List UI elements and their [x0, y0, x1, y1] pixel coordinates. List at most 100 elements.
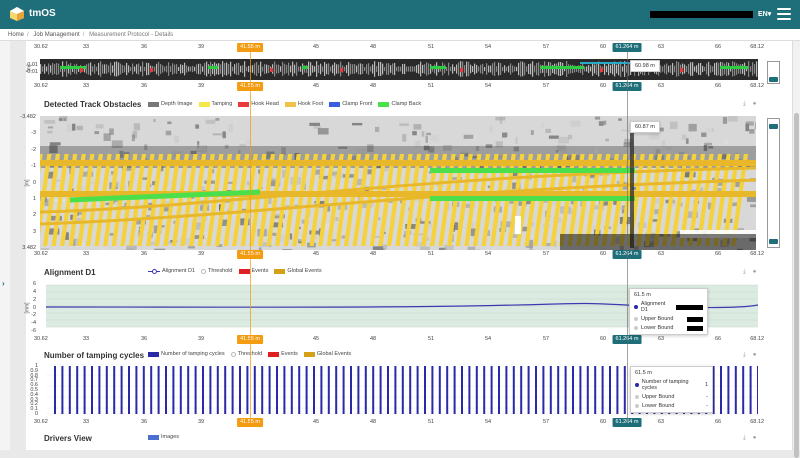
strip-ylabel-bottom: -0.01 — [20, 69, 38, 75]
legend-threshold[interactable]: Threshold — [201, 268, 232, 274]
y-tick-label: 6 — [18, 281, 36, 287]
y-tick-label: 3.482 — [18, 245, 36, 251]
legend-depth-image[interactable]: Depth Image — [148, 101, 193, 107]
axis-tick-label: 39 — [198, 419, 204, 425]
legend-hook-head[interactable]: Hook Head — [238, 101, 279, 107]
y-tick-label: 2 — [18, 212, 36, 218]
breadcrumb-job-management[interactable]: Job Management — [33, 32, 79, 38]
legend-label: Global Events — [287, 268, 321, 274]
scrollbar-thumb[interactable] — [794, 113, 799, 458]
obstacles-settings-icon[interactable]: ● — [751, 101, 758, 108]
tooltip-row-label: Lower Bound — [641, 325, 673, 331]
legend-clamp-front[interactable]: Clamp Front — [329, 101, 372, 107]
legend-label: Events — [281, 351, 298, 357]
tooltip-row-label: Number of tamping cycles — [642, 379, 702, 391]
legend-global-events[interactable]: Global Events — [274, 268, 321, 274]
alignment-download-icon[interactable]: ⤓ — [741, 269, 748, 276]
axis-tick-label: 36 — [141, 336, 147, 342]
drivers-view-legend: Images — [148, 434, 179, 440]
legend-images[interactable]: Images — [148, 434, 179, 440]
y-tick-label: 1 — [18, 196, 36, 202]
orange-cursor-line[interactable] — [250, 51, 251, 423]
legend-hook-foot[interactable]: Hook Foot — [285, 101, 323, 107]
alignment-settings-icon[interactable]: ● — [751, 269, 758, 276]
obstacles-depth-image[interactable] — [40, 116, 756, 250]
breadcrumb: Home/ Job Management/ Measurement Protoc… — [0, 29, 800, 41]
tooltip-row-label: Upper Bound — [641, 316, 673, 322]
distance-axis-tamping: 30.62333639454851545760636668.1241.55 m6… — [34, 419, 764, 428]
axis-tick-label: 39 — [198, 44, 204, 50]
obstacles-slider-bottom-handle[interactable] — [769, 239, 778, 244]
tooltip-row-label: Lower Bound — [642, 403, 674, 409]
tmos-logo-icon[interactable] — [9, 6, 25, 22]
axis-tick-label: 30.62 — [34, 336, 48, 342]
y-tick-label: 0 — [18, 180, 36, 186]
redacted-value — [676, 305, 703, 310]
axis-tick-label: 48 — [370, 419, 376, 425]
legend-alignment-d1[interactable]: Alignment D1 — [148, 268, 195, 274]
events-swatch-icon — [268, 352, 279, 357]
axis-tick-label: 51 — [428, 251, 434, 257]
legend-label: Hook Head — [251, 101, 279, 107]
tamping-title: Number of tamping cycles — [44, 351, 144, 360]
axis-tick-label: 68.12 — [750, 336, 764, 342]
legend-events[interactable]: Events — [239, 268, 269, 274]
alignment-line-marker-icon — [148, 271, 160, 272]
strip-range-slider[interactable] — [767, 61, 780, 84]
strip-ylabel-top: 0.01 — [20, 62, 38, 68]
obstacles-hover-tooltip: 60.87 m — [630, 121, 660, 133]
global-events-swatch-icon — [274, 269, 285, 274]
y-tick-label: 4 — [18, 289, 36, 295]
axis-tick-label: 63 — [658, 419, 664, 425]
legend-events[interactable]: Events — [268, 351, 298, 357]
axis-tick-label: 60 — [600, 83, 606, 89]
series-dot-icon — [635, 404, 639, 408]
tamping-settings-icon[interactable]: ● — [751, 352, 758, 359]
tamping-download-icon[interactable]: ⤓ — [741, 352, 748, 359]
legend-tamping-cycles[interactable]: Number of tamping cycles — [148, 351, 225, 357]
obstacles-slider-top-handle[interactable] — [769, 124, 778, 129]
legend-global-events[interactable]: Global Events — [304, 351, 351, 357]
legend-label: Hook Foot — [298, 101, 323, 107]
page-scrollbar[interactable] — [792, 41, 800, 450]
y-tick-label: 0 — [18, 305, 36, 311]
axis-tick-label: 57 — [543, 336, 549, 342]
axis-tick-label: 36 — [141, 83, 147, 89]
hamburger-menu-icon[interactable] — [777, 8, 791, 20]
sidebar-expand-icon[interactable]: › — [2, 279, 5, 288]
breadcrumb-home[interactable]: Home — [8, 32, 24, 38]
tamping-hover-tooltip: 61.5 m Number of tamping cycles1 Upper B… — [630, 366, 713, 413]
axis-tick-label: 36 — [141, 251, 147, 257]
obstacles-range-slider[interactable] — [767, 118, 780, 248]
alignment-hover-tooltip: 61.5 m Alignment D1 Upper Bound Lower Bo… — [629, 288, 708, 335]
y-tick-label: -1 — [18, 163, 36, 169]
distance-axis-top: 30.62333639454851545760636668.1241.55 m6… — [34, 44, 764, 53]
axis-tick-label: 45 — [313, 336, 319, 342]
drivers-settings-icon[interactable]: ● — [751, 435, 758, 442]
legend-tamping[interactable]: Tamping — [199, 101, 233, 107]
axis-tick-label: 48 — [370, 83, 376, 89]
axis-tick-label: 30.62 — [34, 251, 48, 257]
axis-tick-label: 39 — [198, 336, 204, 342]
y-tick-label: -2 — [18, 312, 36, 318]
legend-swatch-icon — [148, 102, 159, 107]
strip-range-slider-handle[interactable] — [769, 77, 778, 82]
drivers-download-icon[interactable]: ⤓ — [741, 435, 748, 442]
legend-swatch-icon — [199, 102, 210, 107]
legend-label: Events — [252, 268, 269, 274]
axis-tick-label: 66 — [715, 419, 721, 425]
alignment-legend: Alignment D1 Threshold Events Global Eve… — [148, 268, 322, 274]
legend-label: Clamp Front — [342, 101, 372, 107]
series-dot-icon — [634, 305, 638, 309]
axis-tick-label: 63 — [658, 83, 664, 89]
series-dot-icon — [634, 326, 638, 330]
obstacles-download-icon[interactable]: ⤓ — [741, 101, 748, 108]
axis-tick-label: 39 — [198, 83, 204, 89]
legend-clamp-back[interactable]: Clamp Back — [378, 101, 421, 107]
axis-tick-label: 33 — [83, 251, 89, 257]
tooltip-row-label: Upper Bound — [642, 394, 674, 400]
legend-threshold[interactable]: Threshold — [231, 351, 262, 357]
tooltip-row-value: - — [706, 394, 708, 400]
language-selector[interactable]: EN▾ — [758, 10, 771, 18]
axis-tick-label: 66 — [715, 83, 721, 89]
